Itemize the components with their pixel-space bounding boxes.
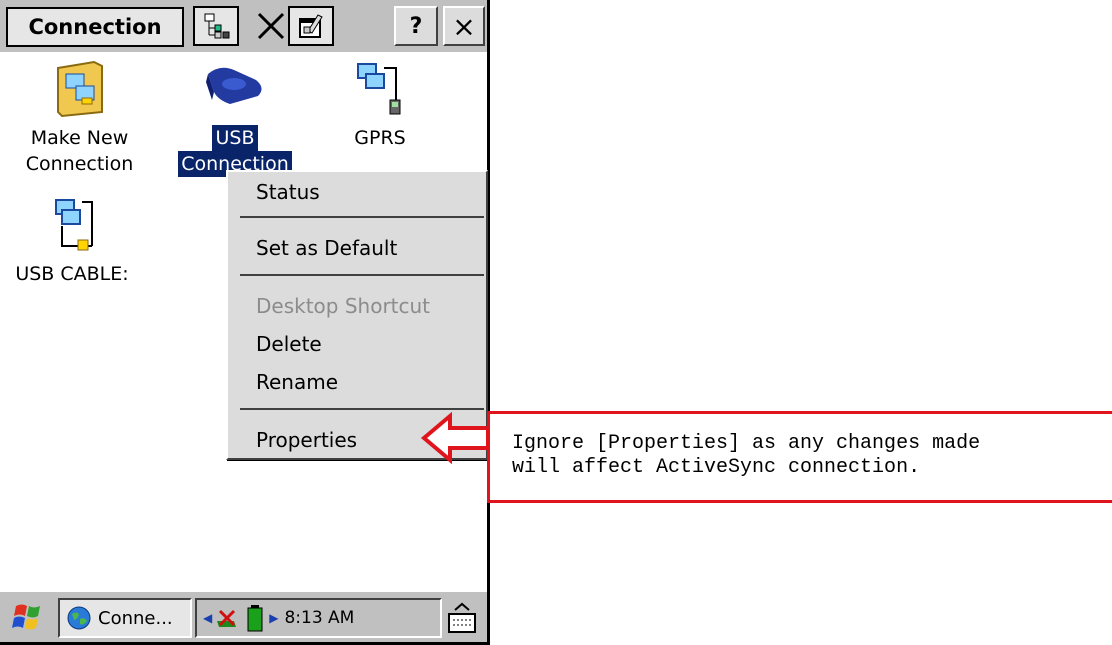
system-tray: ◀ ▶ 8:13 AM xyxy=(195,598,442,638)
network-phone-icon xyxy=(357,63,401,115)
menu-item-delete[interactable]: Delete xyxy=(256,332,322,356)
callout-line-1: Ignore [Properties] as any changes made xyxy=(512,432,981,455)
properties-icon xyxy=(299,14,323,38)
icon-label: Make New xyxy=(30,127,129,149)
taskbar-task-connection[interactable]: Conne... xyxy=(58,598,192,638)
window-title: Connection xyxy=(6,7,184,47)
start-button[interactable] xyxy=(6,600,50,636)
gprs-icon-item[interactable]: GPRS xyxy=(325,60,435,151)
menu-separator xyxy=(240,274,484,276)
globe-icon xyxy=(67,606,91,630)
clock[interactable]: 8:13 AM xyxy=(284,608,354,628)
usb-device-icon xyxy=(206,67,262,104)
usb-cable-icon-item[interactable]: USB CABLE: xyxy=(12,196,132,287)
menu-item-rename[interactable]: Rename xyxy=(256,370,338,394)
menu-item-desktop-shortcut: Desktop Shortcut xyxy=(256,294,431,318)
input-panel-button[interactable] xyxy=(445,600,479,636)
network-cable-icon xyxy=(55,199,93,251)
delete-x-icon xyxy=(257,12,285,40)
title-bar: Connection ? × xyxy=(0,0,487,52)
menu-item-set-as-default[interactable]: Set as Default xyxy=(256,236,397,260)
folder-network-icon xyxy=(56,60,103,118)
sync-disconnected-icon[interactable] xyxy=(214,605,240,631)
delete-button[interactable] xyxy=(254,6,288,46)
icon-label: USB xyxy=(212,125,258,151)
icon-label: GPRS xyxy=(354,127,406,149)
close-button[interactable]: × xyxy=(443,6,485,46)
task-label: Conne... xyxy=(98,607,173,629)
annotation-callout: Ignore [Properties] as any changes made … xyxy=(487,411,1112,503)
windows-flag-icon xyxy=(12,604,40,630)
menu-item-properties[interactable]: Properties xyxy=(256,428,357,452)
battery-icon[interactable] xyxy=(246,604,264,632)
properties-button[interactable] xyxy=(288,6,334,46)
callout-arrow-icon xyxy=(420,411,490,465)
make-new-connection-icon-item[interactable]: Make New Connection xyxy=(12,60,147,177)
device-screen: Connection ? × Make New Connection USB C… xyxy=(0,0,490,645)
menu-item-status[interactable]: Status xyxy=(256,180,320,204)
help-button[interactable]: ? xyxy=(394,6,438,46)
tray-scroll-right-icon[interactable]: ▶ xyxy=(269,611,278,625)
usb-connection-icon-item[interactable]: USB Connection xyxy=(160,60,310,177)
taskbar: Conne... ◀ ▶ 8:13 AM xyxy=(0,590,487,642)
icon-label: USB CABLE: xyxy=(15,263,129,285)
network-tree-icon xyxy=(204,13,230,39)
menu-separator xyxy=(240,216,484,218)
keyboard-icon xyxy=(448,602,476,633)
tray-scroll-left-icon[interactable]: ◀ xyxy=(203,611,212,625)
icon-label: Connection xyxy=(25,153,134,175)
callout-line-2: will affect ActiveSync connection. xyxy=(512,456,921,479)
network-view-button[interactable] xyxy=(193,6,239,46)
